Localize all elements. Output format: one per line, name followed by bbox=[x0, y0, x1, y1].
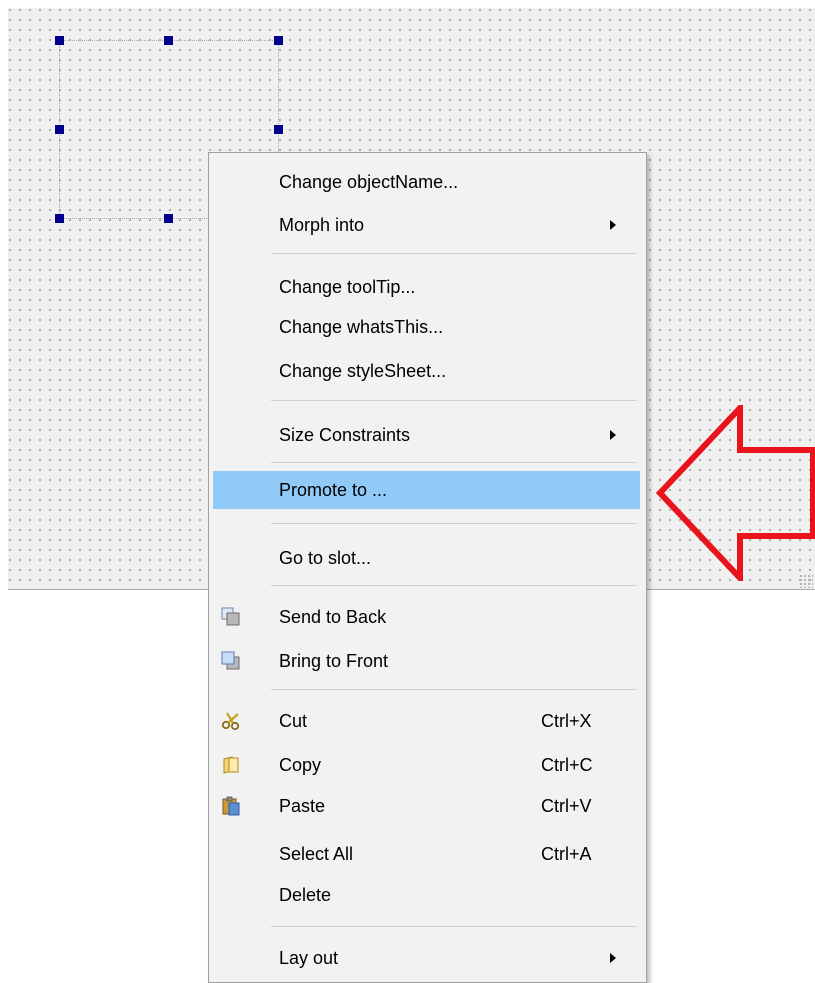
menu-separator bbox=[271, 462, 637, 463]
send-to-back-icon bbox=[221, 607, 240, 626]
menu-item-lay-out[interactable]: Lay out bbox=[213, 939, 640, 977]
resize-handle-left[interactable] bbox=[55, 125, 64, 134]
menu-item-paste[interactable]: Paste Ctrl+V bbox=[213, 787, 640, 825]
menu-item-label: Change objectName... bbox=[279, 172, 459, 192]
menu-item-delete[interactable]: Delete bbox=[213, 876, 640, 914]
menu-item-label: Change toolTip... bbox=[279, 277, 416, 297]
menu-item-label: Cut bbox=[279, 711, 308, 731]
menu-separator bbox=[271, 400, 637, 401]
menu-item-label: Morph into bbox=[279, 215, 365, 235]
menu-item-morph-into[interactable]: Morph into bbox=[213, 206, 640, 244]
menu-item-copy[interactable]: Copy Ctrl+C bbox=[213, 746, 640, 784]
chevron-right-icon bbox=[610, 953, 616, 963]
menu-item-label: Send to Back bbox=[279, 607, 387, 627]
left-arrow-annotation bbox=[655, 405, 815, 581]
chevron-right-icon bbox=[610, 220, 616, 230]
resize-handle-top-left[interactable] bbox=[55, 36, 64, 45]
menu-item-select-all[interactable]: Select All Ctrl+A bbox=[213, 835, 640, 873]
menu-item-label: Promote to ... bbox=[279, 480, 388, 500]
menu-item-bring-to-front[interactable]: Bring to Front bbox=[213, 642, 640, 680]
shortcut-label: Ctrl+X bbox=[541, 711, 592, 731]
menu-item-change-objectname[interactable]: Change objectName... bbox=[213, 163, 640, 201]
menu-item-label: Bring to Front bbox=[279, 651, 389, 671]
resize-handle-bottom[interactable] bbox=[164, 214, 173, 223]
scissors-icon bbox=[221, 712, 240, 731]
menu-item-cut[interactable]: Cut Ctrl+X bbox=[213, 702, 640, 740]
menu-separator bbox=[271, 689, 637, 690]
menu-item-label: Go to slot... bbox=[279, 548, 372, 568]
menu-item-label: Change whatsThis... bbox=[279, 317, 444, 337]
menu-item-label: Change styleSheet... bbox=[279, 361, 447, 381]
menu-item-label: Select All bbox=[279, 844, 354, 864]
menu-item-label: Paste bbox=[279, 796, 326, 816]
menu-item-promote-to[interactable]: Promote to ... bbox=[213, 471, 640, 509]
copy-icon bbox=[223, 756, 239, 774]
menu-item-size-constraints[interactable]: Size Constraints bbox=[213, 416, 640, 454]
menu-separator bbox=[271, 585, 637, 586]
menu-item-label: Lay out bbox=[279, 948, 339, 968]
shortcut-label: Ctrl+V bbox=[541, 796, 592, 816]
menu-item-change-stylesheet[interactable]: Change styleSheet... bbox=[213, 352, 640, 390]
menu-item-send-to-back[interactable]: Send to Back bbox=[213, 598, 640, 636]
menu-item-change-tooltip[interactable]: Change toolTip... bbox=[213, 268, 640, 306]
resize-handle-top[interactable] bbox=[164, 36, 173, 45]
menu-separator bbox=[271, 523, 637, 524]
shortcut-label: Ctrl+A bbox=[541, 844, 592, 864]
menu-item-label: Delete bbox=[279, 885, 332, 905]
menu-item-change-whatsthis[interactable]: Change whatsThis... bbox=[213, 308, 640, 346]
menu-item-label: Size Constraints bbox=[279, 425, 411, 445]
menu-separator bbox=[271, 926, 637, 927]
menu-item-go-to-slot[interactable]: Go to slot... bbox=[213, 539, 640, 577]
paste-icon bbox=[222, 796, 240, 816]
context-menu: Change objectName... Morph into Change t… bbox=[208, 152, 647, 983]
chevron-right-icon bbox=[610, 430, 616, 440]
bring-to-front-icon bbox=[221, 651, 240, 670]
menu-separator bbox=[271, 253, 637, 254]
menu-item-label: Copy bbox=[279, 755, 322, 775]
resize-handle-right[interactable] bbox=[274, 125, 283, 134]
resize-handle-top-right[interactable] bbox=[274, 36, 283, 45]
resize-handle-bottom-left[interactable] bbox=[55, 214, 64, 223]
shortcut-label: Ctrl+C bbox=[541, 755, 593, 775]
